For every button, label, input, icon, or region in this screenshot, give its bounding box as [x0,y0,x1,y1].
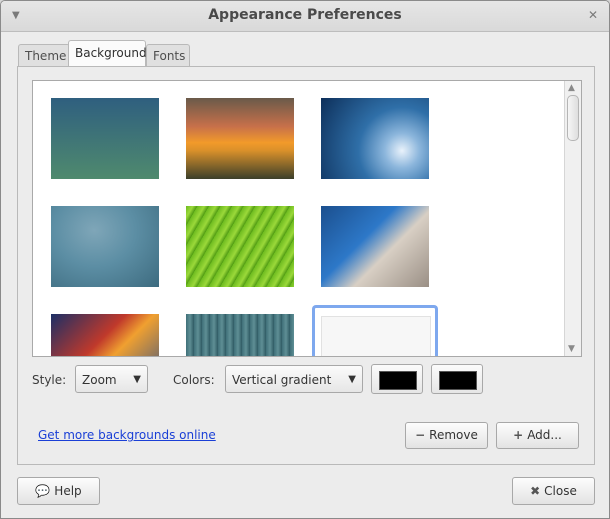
secondary-color-button[interactable] [431,364,483,394]
plus-icon: + [513,428,524,442]
wallpaper-thumbnail[interactable] [186,314,294,356]
dropdown-arrow-icon: ▼ [348,374,356,385]
style-dropdown[interactable]: Zoom ▼ [75,365,148,393]
style-dropdown-value: Zoom [82,373,117,387]
add-button-label: Add... [527,428,562,442]
scroll-down-icon[interactable]: ▼ [568,344,575,354]
help-button[interactable]: 💬 Help [17,477,100,505]
tab-fonts[interactable]: Fonts [146,44,190,67]
wallpaper-thumbnail[interactable] [186,206,294,287]
background-panel: ▲ ▼ Style: Zoom ▼ Colors: Vertical gradi… [17,66,595,465]
selected-wallpaper-thumbnail[interactable] [312,305,438,356]
close-button[interactable]: ✖ Close [512,477,595,505]
wallpaper-thumbnail[interactable] [51,98,159,179]
scrollbar-thumb[interactable] [567,95,579,141]
scroll-up-icon[interactable]: ▲ [568,83,575,93]
colors-dropdown-value: Vertical gradient [232,373,332,387]
close-window-icon[interactable]: ✕ [588,8,598,22]
wallpaper-gallery[interactable]: ▲ ▼ [32,80,582,357]
gallery-scrollbar[interactable]: ▲ ▼ [564,81,581,356]
wallpaper-thumbnail[interactable] [321,98,429,179]
close-button-label: Close [544,484,577,498]
tab-theme[interactable]: Theme [18,44,70,67]
wallpaper-thumbnail[interactable] [51,206,159,287]
secondary-color-swatch [439,371,477,390]
colors-dropdown[interactable]: Vertical gradient ▼ [225,365,363,393]
dropdown-arrow-icon: ▼ [133,374,141,385]
get-more-backgrounds-link[interactable]: Get more backgrounds online [38,428,216,442]
remove-button[interactable]: − Remove [405,422,488,449]
close-icon: ✖ [530,484,541,498]
colors-label: Colors: [173,373,215,387]
wallpaper-thumbnail[interactable] [51,314,159,356]
title-bar[interactable]: ▼ Appearance Preferences ✕ [1,1,609,32]
appearance-preferences-window: ▼ Appearance Preferences ✕ Theme Backgro… [0,0,610,519]
tab-background[interactable]: Background [68,40,147,68]
primary-color-button[interactable] [371,364,423,394]
window-title: Appearance Preferences [208,7,402,23]
style-label: Style: [32,373,67,387]
blank-wallpaper-preview [321,316,431,356]
minus-icon: − [415,428,426,442]
add-button[interactable]: + Add... [496,422,579,449]
help-icon: 💬 [35,484,51,498]
help-button-label: Help [54,484,82,498]
remove-button-label: Remove [429,428,478,442]
primary-color-swatch [379,371,417,390]
wallpaper-thumbnail[interactable] [186,98,294,179]
wallpaper-thumbnail[interactable] [321,206,429,287]
